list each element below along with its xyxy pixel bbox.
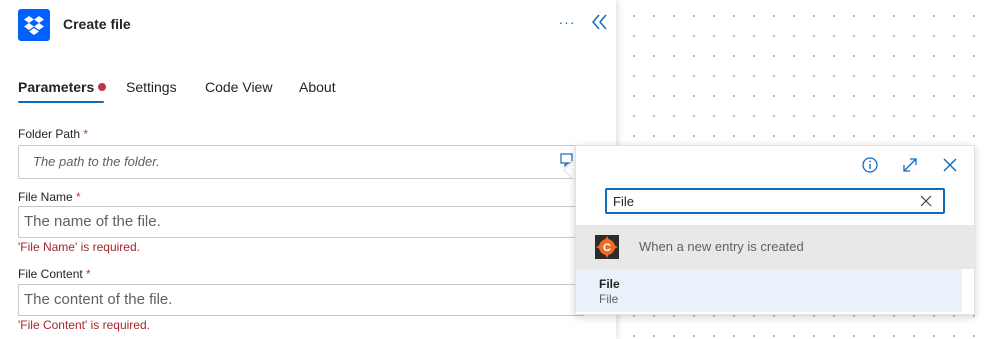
required-marker: * xyxy=(86,267,91,281)
file-name-label: File Name * xyxy=(18,190,81,204)
file-name-placeholder: The name of the file. xyxy=(24,213,161,230)
file-content-label-text: File Content xyxy=(18,267,83,281)
required-marker: * xyxy=(83,127,89,141)
tab-about[interactable]: About xyxy=(299,72,336,102)
dropbox-logo-icon xyxy=(18,9,50,41)
file-content-label: File Content * xyxy=(18,267,91,281)
trigger-group-label: When a new entry is created xyxy=(639,239,804,254)
dynamic-content-item-title: File xyxy=(599,277,620,291)
dynamic-content-popup: C When a new entry is created File File xyxy=(575,145,975,315)
dynamic-content-search xyxy=(605,188,945,214)
folder-path-label-text: Folder Path xyxy=(18,127,81,141)
file-name-error: 'File Name' is required. xyxy=(18,240,140,254)
expand-icon[interactable] xyxy=(901,156,919,174)
file-content-error: 'File Content' is required. xyxy=(18,318,150,332)
info-icon[interactable] xyxy=(861,156,879,174)
connector-logo-icon: C xyxy=(595,235,619,259)
file-content-placeholder: The content of the file. xyxy=(24,291,173,308)
error-dot-icon xyxy=(98,83,107,91)
collapse-panel-icon[interactable] xyxy=(590,12,610,32)
connector-logo-letter: C xyxy=(603,242,611,254)
clear-search-icon[interactable] xyxy=(919,194,933,208)
file-name-field[interactable]: The name of the file. xyxy=(18,206,585,238)
close-icon[interactable] xyxy=(941,156,959,174)
action-panel: Create file ··· Parameters Settings Code… xyxy=(0,0,616,339)
page-title: Create file xyxy=(63,16,131,32)
file-name-label-text: File Name xyxy=(18,190,73,204)
tab-parameters[interactable]: Parameters xyxy=(18,72,107,103)
folder-path-placeholder: The path to the folder. xyxy=(33,154,160,169)
required-marker: * xyxy=(76,190,81,204)
file-content-field[interactable]: The content of the file. xyxy=(18,284,585,316)
dynamic-content-item-subtitle: File xyxy=(599,292,619,306)
trigger-group-header[interactable]: C When a new entry is created xyxy=(576,225,974,269)
tab-code-view[interactable]: Code View xyxy=(205,72,272,102)
folder-path-field[interactable]: The path to the folder. xyxy=(18,145,585,179)
folder-path-label: Folder Path * xyxy=(18,127,88,141)
search-input[interactable] xyxy=(613,190,903,212)
tab-settings[interactable]: Settings xyxy=(126,72,177,102)
tab-active-indicator xyxy=(18,101,104,103)
dynamic-content-item[interactable]: File File xyxy=(576,269,962,312)
tab-parameters-label: Parameters xyxy=(18,79,95,95)
more-options-button[interactable]: ··· xyxy=(558,12,576,32)
panel-header: Create file ··· xyxy=(0,0,616,50)
